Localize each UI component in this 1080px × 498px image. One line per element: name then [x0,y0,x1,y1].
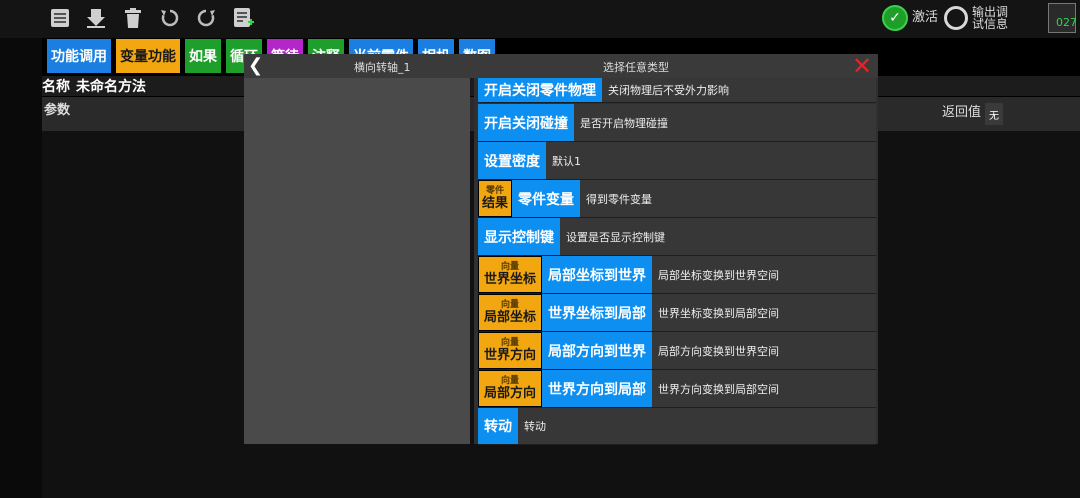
function-description: 转动 [524,420,546,433]
download-icon[interactable] [84,6,108,30]
function-button[interactable]: 显示控制键 [478,218,560,255]
return-type-tag: 零件 结果 [478,180,512,217]
return-type-tag: 向量 世界坐标 [478,256,542,293]
return-type-name: 结果 [481,195,508,211]
function-button[interactable]: 局部方向到世界 [542,332,652,369]
activate-toggle[interactable]: ✓ 激活 [882,4,938,32]
type-item[interactable]: 向量 局部方向 世界方向到局部 世界方向变换到局部空间 [478,370,876,408]
dialog-header: ❮ 横向转轴_1 选择任意类型 ✕ [244,52,878,80]
output-debug-toggle[interactable]: 输出调 试信息 [944,4,1008,32]
function-description: 是否开启物理碰撞 [580,116,668,130]
function-button[interactable]: 世界方向到局部 [542,370,652,407]
close-icon[interactable]: ✕ [852,52,872,80]
return-type-name: 局部坐标 [483,309,536,325]
output-debug-label: 输出调 试信息 [968,6,1008,30]
type-item[interactable]: 零件 结果 零件变量 得到零件变量 [478,180,876,218]
return-type-tag: 向量 局部方向 [478,370,542,407]
type-item[interactable]: 设置密度 默认1 [478,142,876,180]
return-type-name: 世界方向 [483,347,536,363]
param-label: 参数 [44,103,71,118]
return-type-kind: 向量 [500,337,519,348]
output-debug-line2: 试信息 [972,17,1009,31]
return-type-tag: 向量 世界方向 [478,332,542,369]
add-list-icon[interactable] [231,6,255,30]
type-item[interactable]: 转动 转动 [478,408,876,445]
return-type-kind: 零件 [485,185,504,196]
function-button[interactable]: 局部坐标到世界 [542,256,652,293]
function-description: 世界方向变换到局部空间 [658,382,779,396]
return-type-name: 世界坐标 [483,271,536,287]
type-item[interactable]: 开启关闭碰撞 是否开启物理碰撞 [478,104,876,142]
ring-icon [944,6,968,30]
tab-1[interactable]: 变量功能 [115,38,181,74]
type-item[interactable]: 显示控制键 设置是否显示控制键 [478,218,876,256]
frame-counter: 027 [1056,16,1077,29]
back-icon[interactable]: ❮ [248,55,263,76]
type-item[interactable]: 向量 世界方向 局部方向到世界 局部方向变换到世界空间 [478,332,876,370]
left-strip [0,38,42,498]
component-list-panel [244,78,470,444]
redo-icon[interactable] [194,6,218,30]
return-type-name: 局部方向 [483,385,536,401]
check-icon: ✓ [882,5,908,31]
function-button[interactable]: 转动 [478,408,518,444]
type-item[interactable]: 向量 局部坐标 世界坐标到局部 世界坐标变换到局部空间 [478,294,876,332]
function-description: 局部坐标变换到世界空间 [658,268,779,282]
function-button[interactable]: 设置密度 [478,142,546,179]
top-toolbar: ✓ 激活 输出调 试信息 027 [0,0,1080,38]
dialog-right-title: 选择任意类型 [603,61,669,74]
function-button[interactable]: 开启关闭零件物理 [478,78,602,102]
function-description: 关闭物理后不受外力影响 [608,84,729,97]
function-button[interactable]: 开启关闭碰撞 [478,104,574,141]
return-type-kind: 向量 [500,375,519,386]
tab-2[interactable]: 如果 [184,38,222,74]
return-type-kind: 向量 [500,261,519,272]
function-description: 世界坐标变换到局部空间 [658,306,779,320]
name-value[interactable]: 未命名方法 [76,76,146,96]
trash-icon[interactable] [121,6,145,30]
return-type-tag: 向量 局部坐标 [478,294,542,331]
function-description: 默认1 [552,154,581,168]
function-description: 设置是否显示控制键 [566,230,665,244]
name-label: 名称 [42,79,70,95]
activate-label: 激活 [912,10,939,25]
type-item[interactable]: 开启关闭零件物理 关闭物理后不受外力影响 [478,78,876,103]
return-value[interactable]: 无 [985,103,1003,125]
type-item[interactable]: 向量 世界坐标 局部坐标到世界 局部坐标变换到世界空间 [478,256,876,294]
undo-icon[interactable] [158,6,182,30]
tab-0[interactable]: 功能调用 [46,38,112,74]
function-description: 局部方向变换到世界空间 [658,344,779,358]
return-type-kind: 向量 [500,299,519,310]
function-button[interactable]: 世界坐标到局部 [542,294,652,331]
return-label: 返回值 [942,105,982,120]
list-icon[interactable] [48,6,72,30]
dialog-left-title: 横向转轴_1 [354,61,411,74]
function-description: 得到零件变量 [586,192,652,206]
function-button[interactable]: 零件变量 [512,180,580,217]
